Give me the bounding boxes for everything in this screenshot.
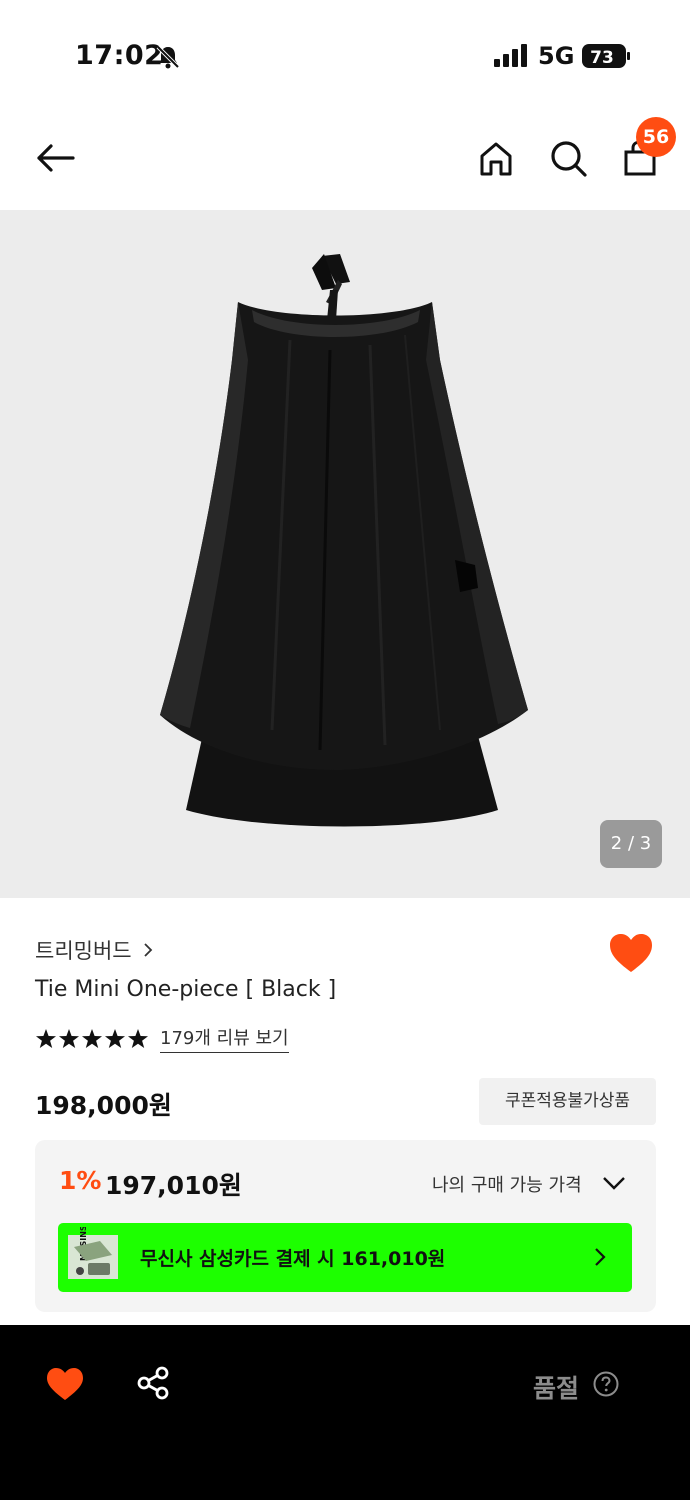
image-pager: 2 / 3 <box>600 820 662 868</box>
my-price-toggle[interactable]: 나의 구매 가능 가격 <box>432 1171 582 1197</box>
wishlist-heart-icon[interactable] <box>608 932 654 974</box>
card-promo-text: 무신사 삼성카드 결제 시 161,010원 <box>140 1248 446 1270</box>
cart-count-badge: 56 <box>636 117 676 157</box>
network-type: 5G <box>538 42 575 70</box>
discount-price: 197,010원 <box>105 1171 242 1200</box>
product-image-gallery[interactable]: 2 / 3 <box>0 210 690 898</box>
product-image <box>160 254 528 827</box>
status-bar: 17:02 5G 73 <box>0 0 690 100</box>
battery-icon: 73 <box>582 44 630 68</box>
home-icon[interactable] <box>474 136 518 180</box>
wishlist-heart-icon[interactable] <box>46 1367 84 1401</box>
battery-level: 73 <box>590 48 614 68</box>
coupon-unavailable-tag: 쿠폰적용불가상품 <box>479 1078 656 1125</box>
star-icon <box>105 1028 125 1048</box>
back-arrow-icon[interactable] <box>33 136 77 180</box>
star-icon <box>128 1028 148 1048</box>
chevron-right-icon <box>595 1248 606 1266</box>
review-link[interactable]: 179개 리뷰 보기 <box>160 1024 289 1053</box>
signal-icon <box>494 44 527 67</box>
top-nav <box>0 110 690 210</box>
chevron-down-icon[interactable] <box>601 1172 627 1194</box>
rating-row: 179개 리뷰 보기 <box>35 1024 289 1053</box>
status-time: 17:02 <box>75 40 164 71</box>
original-price: 198,000원 <box>35 1091 172 1120</box>
card-promo-banner[interactable]: MUSINSA 무신사 삼성카드 결제 시 161,010원 <box>58 1223 632 1292</box>
help-icon[interactable] <box>593 1371 619 1397</box>
discount-rate: 1% <box>59 1166 102 1195</box>
star-icon <box>82 1028 102 1048</box>
card-thumbnail: MUSINSA <box>60 1227 126 1287</box>
chevron-right-icon <box>143 943 152 957</box>
brand-link[interactable]: 트리밍버드 <box>35 935 156 965</box>
star-icon <box>59 1028 79 1048</box>
share-icon[interactable] <box>135 1365 171 1401</box>
star-icon <box>36 1028 56 1048</box>
product-title: Tie Mini One-piece [ Black ] <box>35 977 337 1002</box>
bell-muted-icon <box>156 45 180 69</box>
sold-out-label: 품절 <box>533 1374 580 1403</box>
search-icon[interactable] <box>546 136 590 180</box>
star-rating <box>35 1028 150 1050</box>
brand-name: 트리밍버드 <box>35 939 132 963</box>
bottom-action-bar: 품절 <box>0 1325 690 1500</box>
price-box: 1% 197,010원 나의 구매 가능 가격 MUSINSA 무신사 삼성카드… <box>35 1140 656 1312</box>
